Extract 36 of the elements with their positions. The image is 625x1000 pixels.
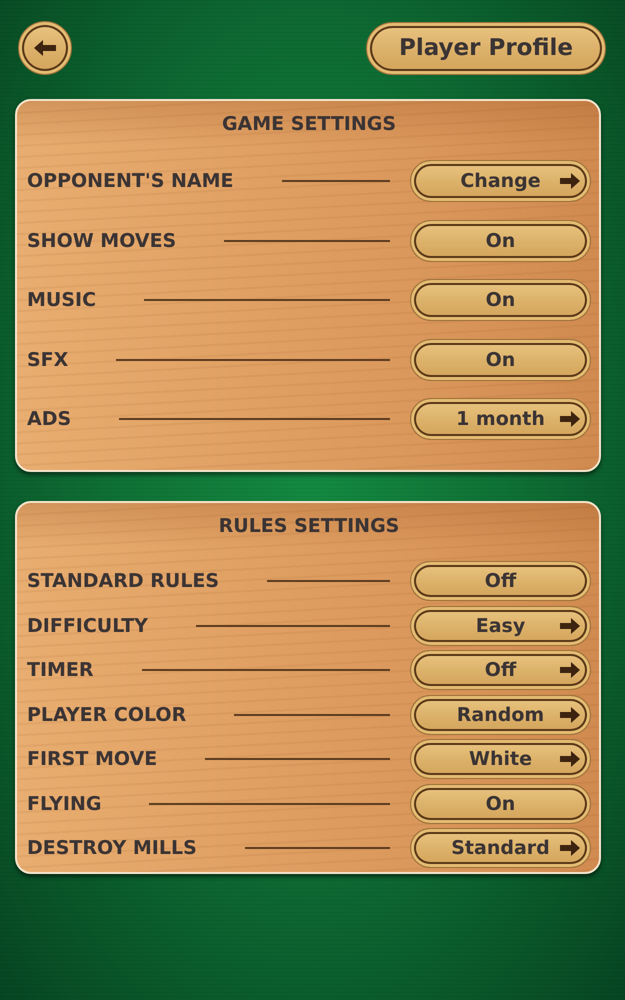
toggle-button[interactable]: On: [410, 279, 591, 321]
select-button[interactable]: Random: [410, 694, 591, 734]
select-button[interactable]: White: [410, 739, 591, 779]
setting-label: FIRST MOVE: [27, 748, 158, 770]
toggle-button[interactable]: Off: [410, 561, 591, 601]
select-button[interactable]: Easy: [410, 606, 591, 646]
setting-label: SFX: [27, 348, 68, 370]
setting-label: DIFFICULTY: [27, 614, 148, 636]
select-button[interactable]: Standard: [410, 828, 591, 868]
section-title: GAME SETTINGS: [220, 112, 398, 137]
select-button[interactable]: Change: [410, 160, 591, 202]
setting-label: MUSIC: [27, 289, 96, 311]
select-button[interactable]: Off: [410, 650, 591, 690]
back-button[interactable]: [18, 21, 72, 75]
arrow-right-icon: [560, 173, 580, 189]
arrow-left-icon: [34, 40, 56, 56]
setting-label: STANDARD RULES: [27, 570, 220, 592]
select-button[interactable]: 1 month: [410, 398, 591, 440]
setting-label: FLYING: [27, 792, 102, 814]
arrow-right-icon: [560, 751, 580, 767]
arrow-right-icon: [560, 840, 580, 856]
arrow-right-icon: [560, 662, 580, 678]
arrow-right-icon: [560, 618, 580, 634]
arrow-right-icon: [560, 411, 580, 427]
toggle-button[interactable]: On: [410, 784, 591, 824]
setting-label: TIMER: [27, 659, 94, 681]
arrow-right-icon: [560, 706, 580, 722]
toggle-button[interactable]: On: [410, 338, 591, 380]
toggle-button[interactable]: On: [410, 220, 591, 262]
setting-label: OPPONENT'S NAME: [27, 170, 234, 192]
setting-label: PLAYER COLOR: [27, 704, 186, 726]
setting-label: SHOW MOVES: [27, 230, 176, 252]
section-title: RULES SETTINGS: [218, 514, 400, 539]
setting-label: DESTROY MILLS: [27, 837, 197, 859]
setting-label: ADS: [27, 408, 72, 430]
profile-button[interactable]: Player Profile: [366, 22, 606, 74]
